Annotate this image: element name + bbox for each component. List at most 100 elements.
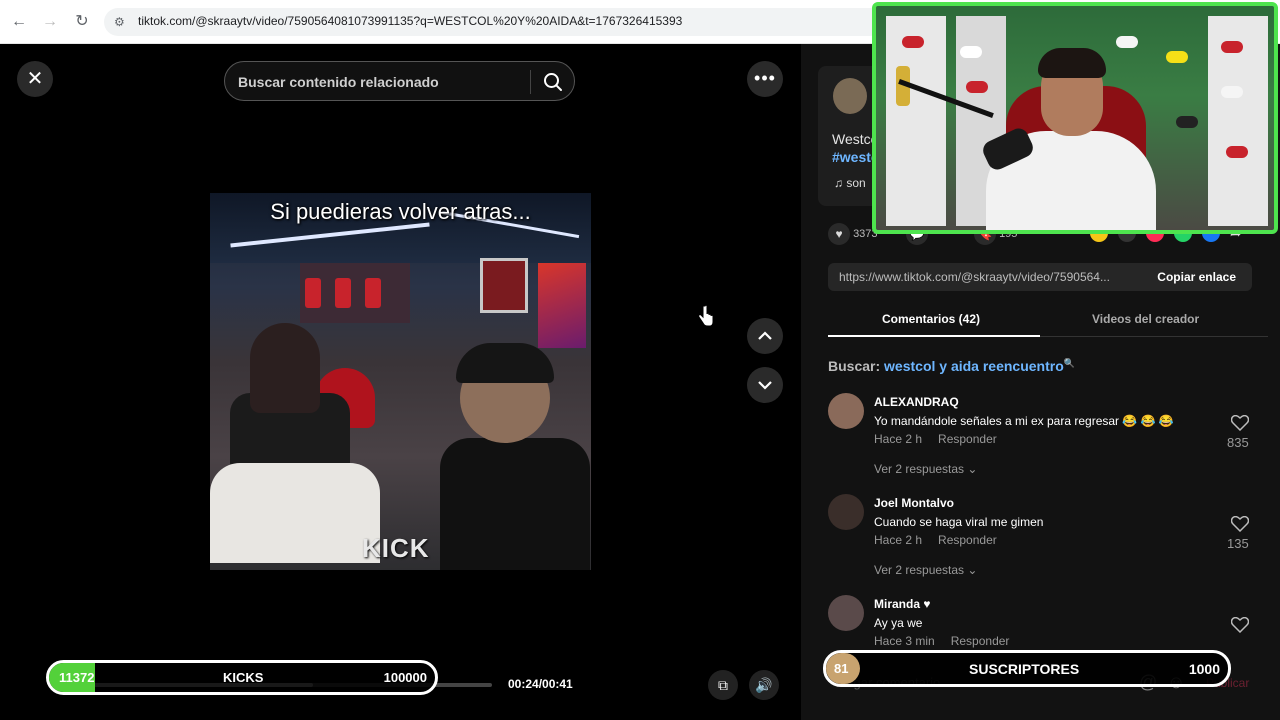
address-bar[interactable]: ⚙ tiktok.com/@skraaytv/video/75905640810… [104,8,884,36]
video-scene-poster [480,258,528,313]
close-icon[interactable]: ✕ [17,61,53,97]
kicks-label: KICKS [223,670,264,685]
video-scene-stocking [305,278,321,308]
comment-time: Hace 3 min [874,634,935,648]
heart-icon[interactable] [1231,415,1249,431]
chevron-up-icon [758,331,772,340]
webcam-person-hair [1038,48,1106,78]
volume-icon[interactable]: 🔊 [749,670,779,700]
subscribers-goal-value: 1000 [1188,661,1220,677]
comment-text: Ay ya we [874,616,923,630]
video-time: 00:24/00:41 [508,677,573,691]
comment-author[interactable]: Miranda ♥ [874,597,930,611]
music-note-icon: ♫ [834,176,847,190]
search-small-icon: 🔍 [1063,358,1075,368]
reply-button[interactable]: Responder [938,432,997,446]
comment-item: ALEXANDRAQ Yo mandándole señales a mi ex… [828,393,1268,483]
search-suggestion[interactable]: Buscar: westcol y aida reencuentro🔍 [828,358,1075,374]
view-replies-button[interactable]: Ver 2 respuestas ⌄ [874,462,977,476]
comment-meta: Hace 2 h Responder [874,432,997,446]
video-scene-stocking [365,278,381,308]
reload-icon[interactable]: ↻ [72,12,92,32]
heart-icon[interactable] [1231,617,1249,633]
video-caption: Si puedieras volver atras... [270,199,531,224]
address-url: tiktok.com/@skraaytv/video/7590564081073… [138,14,683,28]
creator-sound[interactable]: ♫ son [834,176,866,190]
back-arrow-icon[interactable]: ← [9,12,29,32]
more-options-icon[interactable]: ••• [747,61,783,97]
webcam-shoe [1116,36,1138,48]
reply-button[interactable]: Responder [951,634,1010,648]
active-tab-indicator [828,335,1040,337]
search-placeholder: Buscar contenido relacionado [238,74,439,90]
search-suggestion-query: westcol y aida reencuentro [884,358,1064,374]
kicks-goal-value: 100000 [383,670,427,685]
avatar[interactable] [828,393,864,429]
video-scene-person [210,463,380,563]
webcam-shoe [1176,116,1198,128]
heart-icon[interactable] [1231,516,1249,532]
view-replies-button[interactable]: Ver 2 respuestas ⌄ [874,563,977,577]
comment-time: Hace 2 h [874,533,923,547]
comment-meta: Hace 3 min Responder [874,634,1009,648]
comment-meta: Hace 2 h Responder [874,533,997,547]
copy-link-button[interactable]: Copiar enlace [1157,270,1236,284]
streamer-webcam [872,2,1278,234]
like-button[interactable]: ♥ 3373 [828,222,878,246]
comment-text: Cuando se haga viral me gimen [874,515,1044,529]
mouse-cursor-icon [698,305,714,327]
next-video-button[interactable] [747,367,783,403]
creator-avatar[interactable] [833,78,867,114]
comment-author[interactable]: ALEXANDRAQ [874,395,959,409]
subscribers-current: 81 [834,661,849,676]
tab-creator-videos[interactable]: Videos del creador [1092,312,1199,326]
view-replies-label: Ver 2 respuestas [874,563,965,577]
site-settings-icon[interactable]: ⚙ [114,14,130,30]
webcam-shoe [1226,146,1248,158]
kick-watermark: KICK [362,533,430,563]
subscribers-goal-bar: 81 SUSCRIPTORES 1000 [823,650,1231,687]
comment-time: Hace 2 h [874,432,923,446]
kicks-goal-bar: 11372 KICKS 100000 [46,660,438,695]
heart-icon: ♥ [828,223,850,246]
video-scene-person [440,438,590,570]
comment-text: Yo mandándole señales a mi ex para regre… [874,414,1174,428]
webcam-shoe [1221,41,1243,53]
video-scene-poster [538,263,586,348]
comment-item: Miranda ♥ Ay ya we Hace 3 min Responder [828,595,1268,650]
video-scene-cap [456,343,554,383]
forward-arrow-icon[interactable]: → [40,12,60,32]
search-suggestion-prefix: Buscar: [828,358,881,374]
tab-comments[interactable]: Comentarios (42) [882,312,980,326]
video-scene-person [250,323,320,413]
creator-sound-label: son [846,176,866,190]
avatar[interactable] [828,494,864,530]
webcam-shoe [1166,51,1188,63]
comment-likes: 135 [1227,536,1249,551]
screen: ← → ↻ ⚙ tiktok.com/@skraaytv/video/75905… [0,0,1280,720]
webcam-shoe [960,46,982,58]
webcam-shoe [902,36,924,48]
previous-video-button[interactable] [747,318,783,354]
chevron-down-icon: ⌄ [967,563,978,577]
subscribers-label: SUSCRIPTORES [969,661,1080,677]
comment-likes: 835 [1227,435,1249,450]
reply-button[interactable]: Responder [938,533,997,547]
avatar[interactable] [828,595,864,631]
webcam-shoe [966,81,988,93]
chevron-down-icon: ⌄ [967,462,978,476]
search-icon[interactable] [539,68,567,96]
share-link-box: https://www.tiktok.com/@skraaytv/video/7… [828,263,1252,291]
kicks-current: 11372 [59,670,95,685]
pip-icon[interactable]: ⧉ [708,670,738,700]
comment-item: Joel Montalvo Cuando se haga viral me gi… [828,494,1268,584]
video-scene-stocking [335,278,351,308]
webcam-shoe [1221,86,1243,98]
video-player[interactable]: Si puedieras volver atras... KICK [210,193,591,570]
comment-author[interactable]: Joel Montalvo [874,496,954,510]
chevron-down-icon [758,381,772,390]
search-divider [530,70,531,94]
share-link-url[interactable]: https://www.tiktok.com/@skraaytv/video/7… [839,270,1139,284]
view-replies-label: Ver 2 respuestas [874,462,965,476]
related-search-input[interactable]: Buscar contenido relacionado [224,61,575,101]
